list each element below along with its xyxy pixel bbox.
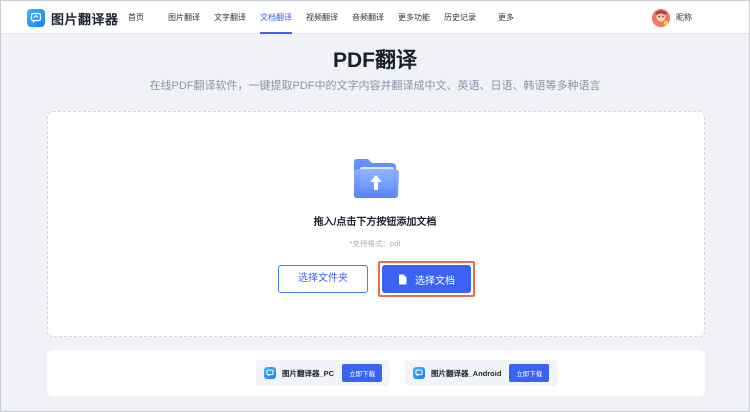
- logo-text: 图片翻译器: [51, 11, 119, 27]
- nav-item-more[interactable]: 更多: [498, 12, 514, 23]
- translate-logo-icon: [264, 367, 276, 379]
- nav-item-text-translate[interactable]: 文字翻译: [214, 12, 246, 23]
- select-file-label: 选择文档: [415, 275, 455, 287]
- select-file-button[interactable]: 选择文档: [382, 265, 471, 293]
- download-android-button[interactable]: 立即下载: [509, 364, 550, 382]
- drop-instruction: 拖入/点击下方按钮添加文档: [313, 217, 437, 228]
- logo[interactable]: 图片翻译器: [27, 8, 119, 28]
- download-android-card: 图片翻译器_Android 立即下载: [405, 360, 558, 386]
- active-tab-indicator: [260, 32, 292, 34]
- page-subtitle: 在线PDF翻译软件，一键提取PDF中的文字内容并翻译成中文、英语、日语、韩语等多…: [149, 80, 601, 92]
- nav-item-more-features[interactable]: 更多功能: [398, 12, 430, 23]
- download-pc-button[interactable]: 立即下载: [342, 364, 383, 382]
- supported-formats: *支持格式：pdf: [349, 239, 401, 248]
- select-folder-button[interactable]: 选择文件夹: [278, 265, 368, 293]
- translate-logo-icon: [27, 9, 45, 27]
- nav-item-history[interactable]: 历史记录: [444, 12, 476, 23]
- nav-item-image-translate[interactable]: 图片翻译: [168, 12, 200, 23]
- top-nav: 图片翻译器 首页 图片翻译 文字翻译 文档翻译 视频翻译 音频翻译 更多功能 历…: [1, 1, 749, 34]
- nav-item-audio-translate[interactable]: 音频翻译: [352, 12, 384, 23]
- download-pc-card: 图片翻译器_PC 立即下载: [256, 360, 391, 386]
- page-title: PDF翻译: [333, 49, 417, 72]
- avatar[interactable]: [652, 9, 670, 27]
- user-name[interactable]: 昵称: [676, 12, 692, 23]
- translate-logo-icon: [413, 367, 425, 379]
- nav-item-document-translate[interactable]: 文档翻译: [260, 12, 292, 23]
- folder-upload-icon: [352, 158, 400, 205]
- nav-item-home[interactable]: 首页: [128, 12, 144, 23]
- nav-item-video-translate[interactable]: 视频翻译: [306, 12, 338, 23]
- document-icon: [398, 274, 407, 285]
- download-pc-name: 图片翻译器_PC: [282, 368, 335, 378]
- download-android-name: 图片翻译器_Android: [431, 368, 502, 378]
